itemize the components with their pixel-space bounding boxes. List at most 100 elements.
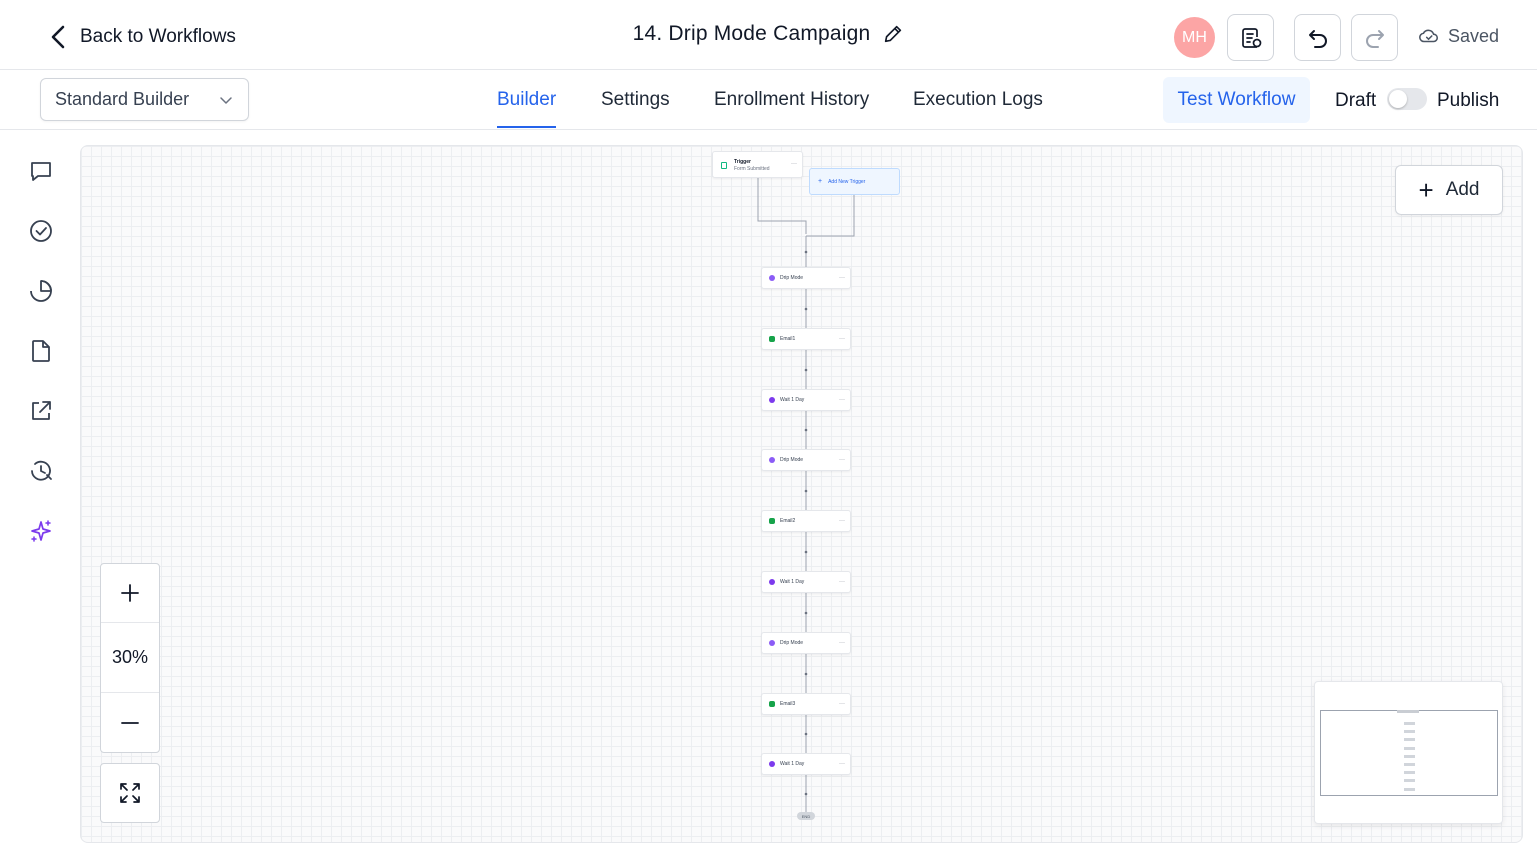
external-link-icon[interactable] (28, 398, 54, 424)
more-icon[interactable]: ··· (839, 579, 845, 585)
workflow-node[interactable]: Drip Mode ··· (761, 449, 851, 471)
active-tab-indicator (497, 126, 556, 128)
more-icon[interactable]: ··· (839, 397, 845, 403)
chat-bubble-icon[interactable] (28, 158, 54, 184)
minimap-node (1404, 730, 1415, 733)
test-workflow-button[interactable]: Test Workflow (1163, 77, 1310, 123)
more-icon[interactable]: ··· (839, 518, 845, 524)
trigger-subtitle: Form Submitted (734, 166, 770, 172)
drip-icon (769, 640, 775, 646)
publish-label: Publish (1437, 90, 1500, 111)
minimap-node (1404, 771, 1415, 774)
minimap-node (1404, 788, 1415, 791)
tab-execution-logs[interactable]: Execution Logs (913, 89, 1043, 111)
document-icon[interactable] (28, 338, 54, 364)
add-step-dot (804, 550, 808, 554)
more-icon[interactable]: ··· (791, 161, 797, 167)
chevron-down-icon (220, 96, 232, 104)
email-icon (769, 701, 775, 707)
wait-icon (769, 397, 775, 403)
trigger-node[interactable]: Trigger Form Submitted ··· (712, 151, 803, 178)
workflow-node[interactable]: Email2 ··· (761, 510, 851, 532)
drip-icon (769, 457, 775, 463)
workflow-checklist-button[interactable] (1227, 14, 1274, 61)
minus-icon (121, 721, 139, 724)
more-icon[interactable]: ··· (839, 640, 845, 646)
drip-icon (769, 275, 775, 281)
builder-mode-select[interactable]: Standard Builder (40, 78, 249, 121)
more-icon[interactable]: ··· (839, 457, 845, 463)
add-step-dot (804, 672, 808, 676)
add-new-trigger-button[interactable]: + Add New Trigger (809, 168, 900, 195)
workflow-node[interactable]: Email3 ··· (761, 693, 851, 715)
workflow-node[interactable]: Drip Mode ··· (761, 632, 851, 654)
form-icon (721, 162, 727, 169)
check-circle-icon[interactable] (28, 218, 54, 244)
plus-icon: + (1418, 175, 1434, 205)
builder-toolbar: Standard Builder Builder Settings Enroll… (0, 70, 1537, 130)
toggle-knob (1389, 90, 1407, 108)
builder-mode-value: Standard Builder (55, 89, 190, 109)
workflow-node[interactable]: Wait 1 Day ··· (761, 389, 851, 411)
tab-enrollment-history[interactable]: Enrollment History (714, 89, 869, 111)
sparkles-icon[interactable] (28, 518, 54, 544)
history-clock-icon[interactable] (28, 458, 54, 484)
workflow-node-label: Wait 1 Day (780, 579, 805, 585)
workflow-node-label: Email3 (780, 701, 796, 707)
workflow-node-label: Email2 (780, 518, 796, 524)
email-icon (769, 518, 775, 524)
minimap-node (1404, 779, 1415, 782)
add-step-dot (804, 428, 808, 432)
back-label: Back to Workflows (80, 26, 236, 47)
more-icon[interactable]: ··· (839, 336, 845, 342)
add-step-dot (804, 732, 808, 736)
plus-icon: + (818, 178, 823, 185)
workflow-node-label: Drip Mode (780, 275, 804, 281)
workflow-title[interactable]: 14. Drip Mode Campaign (633, 22, 905, 46)
tab-builder[interactable]: Builder (497, 89, 556, 111)
undo-button[interactable] (1294, 14, 1341, 61)
workflow-node-label: Wait 1 Day (780, 761, 805, 767)
workflow-canvas[interactable]: Trigger Form Submitted ··· + Add New Tri… (80, 145, 1523, 843)
redo-icon (1365, 29, 1384, 48)
fit-view-button[interactable] (100, 763, 160, 823)
cloud-check-icon (1419, 29, 1439, 43)
top-bar: Back to Workflows 14. Drip Mode Campaign… (0, 0, 1537, 70)
add-step-dot (804, 368, 808, 372)
add-step-dot (804, 250, 808, 254)
add-step-dot (804, 792, 808, 796)
more-icon[interactable]: ··· (839, 275, 845, 281)
minimap-node (1404, 747, 1415, 750)
back-to-workflows-button[interactable]: Back to Workflows (48, 22, 236, 52)
undo-icon (1308, 29, 1327, 48)
flow-connectors (757, 178, 855, 812)
more-icon[interactable]: ··· (839, 701, 845, 707)
draft-label: Draft (1335, 90, 1377, 111)
pencil-icon[interactable] (882, 23, 904, 45)
tab-settings[interactable]: Settings (601, 89, 670, 111)
minimap[interactable] (1314, 681, 1503, 824)
trigger-title: Trigger (734, 159, 751, 165)
add-new-trigger-label: Add New Trigger (828, 178, 866, 185)
workflow-node-label: Email1 (780, 336, 796, 342)
user-avatar[interactable]: MH (1174, 17, 1215, 58)
end-marker: END (797, 812, 815, 820)
workflow-node[interactable]: Wait 1 Day ··· (761, 753, 851, 775)
more-icon[interactable]: ··· (839, 761, 845, 767)
redo-button[interactable] (1351, 14, 1398, 61)
expand-icon (120, 783, 140, 803)
workflow-node[interactable]: Email1 ··· (761, 328, 851, 350)
add-action-button[interactable]: + Add (1395, 165, 1503, 215)
pie-chart-icon[interactable] (28, 278, 54, 304)
email-icon (769, 336, 775, 342)
workflow-node-label: Drip Mode (780, 640, 804, 646)
zoom-in-button[interactable] (101, 564, 159, 623)
workflow-node[interactable]: Wait 1 Day ··· (761, 571, 851, 593)
workflow-node[interactable]: Drip Mode ··· (761, 267, 851, 289)
zoom-out-button[interactable] (101, 693, 159, 752)
document-check-icon (1241, 27, 1261, 48)
publish-toggle[interactable] (1387, 88, 1427, 110)
plus-icon (121, 584, 139, 602)
workflow-title-text: 14. Drip Mode Campaign (632, 22, 871, 45)
add-step-dot (804, 489, 808, 493)
